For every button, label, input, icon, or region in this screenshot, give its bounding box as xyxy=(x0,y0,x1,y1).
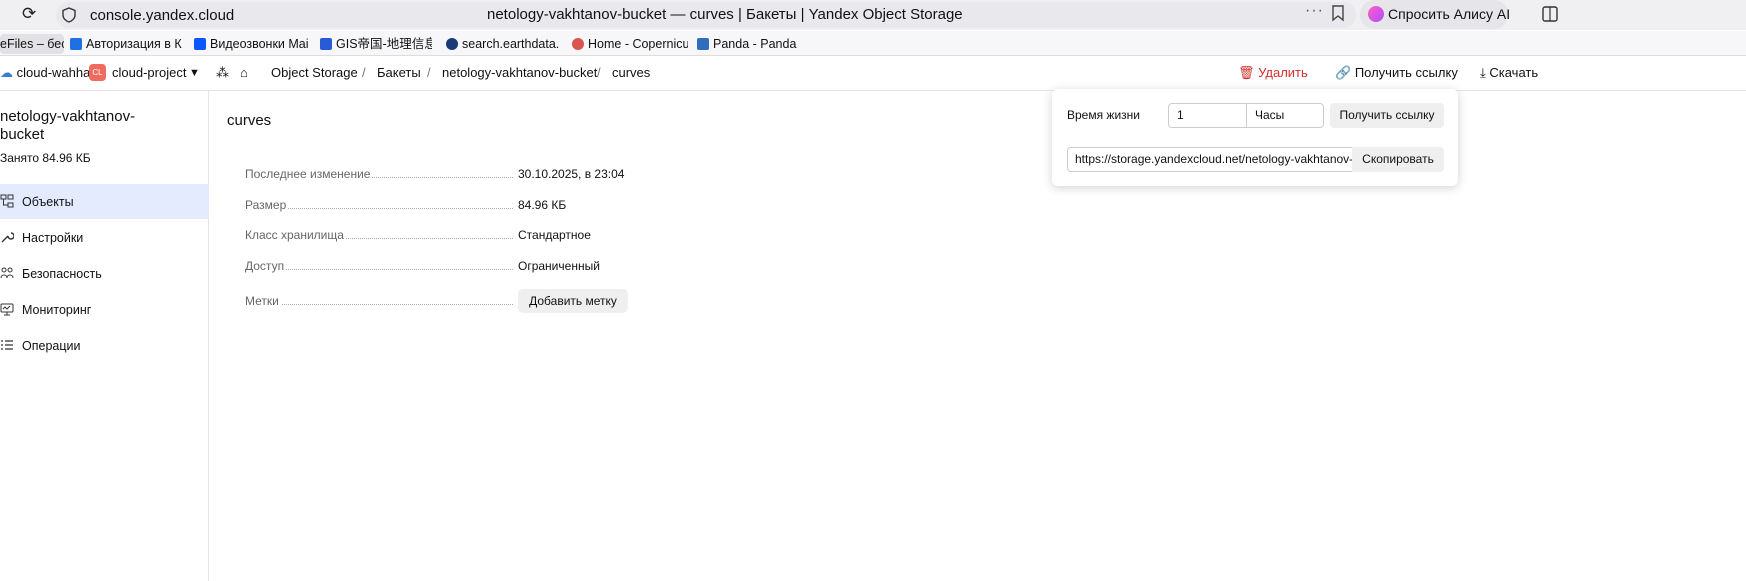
cloud-selector[interactable]: ☁ cloud-wahha xyxy=(0,65,90,81)
bookmark-favicon-icon xyxy=(70,38,82,50)
shield-icon xyxy=(62,7,76,23)
ttl-unit-select[interactable]: Часы xyxy=(1246,103,1324,128)
get-link-label: Получить ссылку xyxy=(1354,65,1458,80)
access-value: Ограниченный xyxy=(518,259,600,273)
monitor-icon xyxy=(0,303,14,316)
bookmark-label: GIS帝国-地理信息 xyxy=(336,37,432,51)
sidebar-item-label: Безопасность xyxy=(22,267,102,281)
sidebar-item-objects[interactable]: Объекты xyxy=(0,184,209,219)
wrench-icon xyxy=(1,232,14,243)
copy-button[interactable]: Скопировать xyxy=(1352,147,1444,172)
bookmark-label: Home - Copernicus xyxy=(588,37,688,51)
browser-toolbar: ⟳ console.yandex.cloud netology-vakhtano… xyxy=(0,0,1746,30)
bookmark-favicon-icon xyxy=(320,38,332,50)
download-icon: ⤓ xyxy=(1480,65,1486,80)
access-label: Доступ xyxy=(245,259,287,273)
bookmark-label: search.earthdata.n xyxy=(462,37,560,51)
download-button[interactable]: ⤓ Скачать xyxy=(1480,65,1538,81)
console-header: ☁ cloud-wahha CL cloud-project ▼ ⁂ ⌂ Obj… xyxy=(0,56,1746,91)
breadcrumb-buckets[interactable]: Бакеты xyxy=(377,65,421,80)
trash-icon: 🗑 xyxy=(1238,65,1255,80)
list-icon xyxy=(1,340,13,350)
row-divider xyxy=(245,304,513,305)
sidebar-item-label: Объекты xyxy=(22,195,74,209)
sidebar-item-security[interactable]: Безопасность xyxy=(0,256,209,291)
bookmark-item[interactable]: Panda - Panda xyxy=(697,34,807,54)
size-value: 84.96 КБ xyxy=(518,198,567,212)
ask-alice-button[interactable]: Спросить Алису AI xyxy=(1360,0,1511,29)
object-title: curves xyxy=(227,112,272,129)
bookmark-item[interactable]: Видеозвонки Mail xyxy=(194,34,308,54)
home-icon[interactable]: ⌂ xyxy=(240,65,248,80)
bookmark-label: eFiles – бес xyxy=(0,37,64,51)
bookmark-favicon-icon xyxy=(446,38,458,50)
storage-class-label: Класс хранилища xyxy=(245,228,346,242)
cloud-name: cloud-wahha xyxy=(16,65,91,80)
bucket-used-size: Занято 84.96 КБ xyxy=(0,151,91,165)
storage-class-value: Стандартное xyxy=(518,228,591,242)
breadcrumb-separator: / xyxy=(427,65,431,80)
delete-button[interactable]: 🗑 Удалить xyxy=(1238,65,1308,81)
size-label: Размер xyxy=(245,198,289,212)
bookmarks-bar: eFiles – бес Авторизация в КП Видеозвонк… xyxy=(0,31,1746,56)
breadcrumb-bucket[interactable]: netology-vakhtanov-bucket xyxy=(442,65,597,80)
url-text: console.yandex.cloud xyxy=(90,7,235,24)
link-field[interactable]: https://storage.yandexcloud.net/netology… xyxy=(1067,147,1353,172)
sidebar-item-settings[interactable]: Настройки xyxy=(0,220,209,255)
sidebar-item-operations[interactable]: Операции xyxy=(0,328,209,363)
page-title: netology-vakhtanov-bucket — curves | Бак… xyxy=(487,6,963,23)
more-icon[interactable]: ··· xyxy=(1305,2,1324,20)
bookmark-label: Panda - Panda xyxy=(713,37,797,51)
reload-icon[interactable]: ⟳ xyxy=(22,4,42,24)
project-selector[interactable]: cloud-project xyxy=(112,65,186,80)
add-tag-button[interactable]: Добавить метку xyxy=(518,289,628,313)
users-icon xyxy=(0,267,14,279)
bookmark-label: Авторизация в КП xyxy=(86,37,182,51)
bookmark-icon[interactable] xyxy=(1330,4,1346,22)
bookmark-item[interactable]: eFiles – бес xyxy=(0,34,64,54)
sidebar-item-monitoring[interactable]: Мониторинг xyxy=(0,292,209,327)
breadcrumb-object-storage[interactable]: Object Storage xyxy=(271,65,358,80)
sidebar-item-label: Операции xyxy=(22,339,81,353)
delete-label: Удалить xyxy=(1258,65,1308,80)
ttl-label: Время жизни xyxy=(1067,108,1140,122)
breadcrumb-separator: / xyxy=(362,65,366,80)
services-icon[interactable]: ⁂ xyxy=(216,65,229,81)
bucket-name: netology-vakhtanov-bucket xyxy=(0,108,136,143)
modified-label: Последнее изменение xyxy=(245,167,373,181)
sidebar-item-label: Мониторинг xyxy=(22,303,92,317)
bookmark-favicon-icon xyxy=(697,38,709,50)
bookmark-favicon-icon xyxy=(572,38,584,50)
popup-get-link-button[interactable]: Получить ссылку xyxy=(1330,103,1444,128)
get-link-button[interactable]: 🔗 Получить ссылку xyxy=(1335,65,1458,81)
bookmark-item[interactable]: Авторизация в КП xyxy=(70,34,182,54)
bookmark-item[interactable]: Home - Copernicus xyxy=(572,34,688,54)
bookmark-favicon-icon xyxy=(194,38,206,50)
bookmark-item[interactable]: search.earthdata.n xyxy=(446,34,560,54)
link-icon: 🔗 xyxy=(1335,65,1352,80)
sidebar-item-label: Настройки xyxy=(22,231,84,245)
objects-icon xyxy=(0,194,14,208)
sidebar: netology-vakhtanov-bucket Занято 84.96 К… xyxy=(0,91,209,581)
breadcrumb-separator: / xyxy=(597,65,601,80)
alice-icon xyxy=(1368,6,1384,22)
extensions-icon[interactable] xyxy=(1541,5,1559,23)
tags-label: Метки xyxy=(245,294,281,308)
bookmark-label: Видеозвонки Mail xyxy=(210,37,308,51)
breadcrumb-current: curves xyxy=(612,65,651,80)
ttl-value-input[interactable]: 1 xyxy=(1168,103,1247,128)
bookmark-item[interactable]: GIS帝国-地理信息 xyxy=(320,34,432,54)
chevron-down-icon[interactable]: ▼ xyxy=(189,67,200,79)
modified-value: 30.10.2025, в 23:04 xyxy=(518,167,625,181)
get-link-popup: Время жизни 1 Часы Получить ссылку https… xyxy=(1052,89,1458,186)
project-badge: CL xyxy=(89,64,106,81)
ask-alice-label: Спросить Алису AI xyxy=(1388,6,1511,22)
download-label: Скачать xyxy=(1489,65,1539,80)
